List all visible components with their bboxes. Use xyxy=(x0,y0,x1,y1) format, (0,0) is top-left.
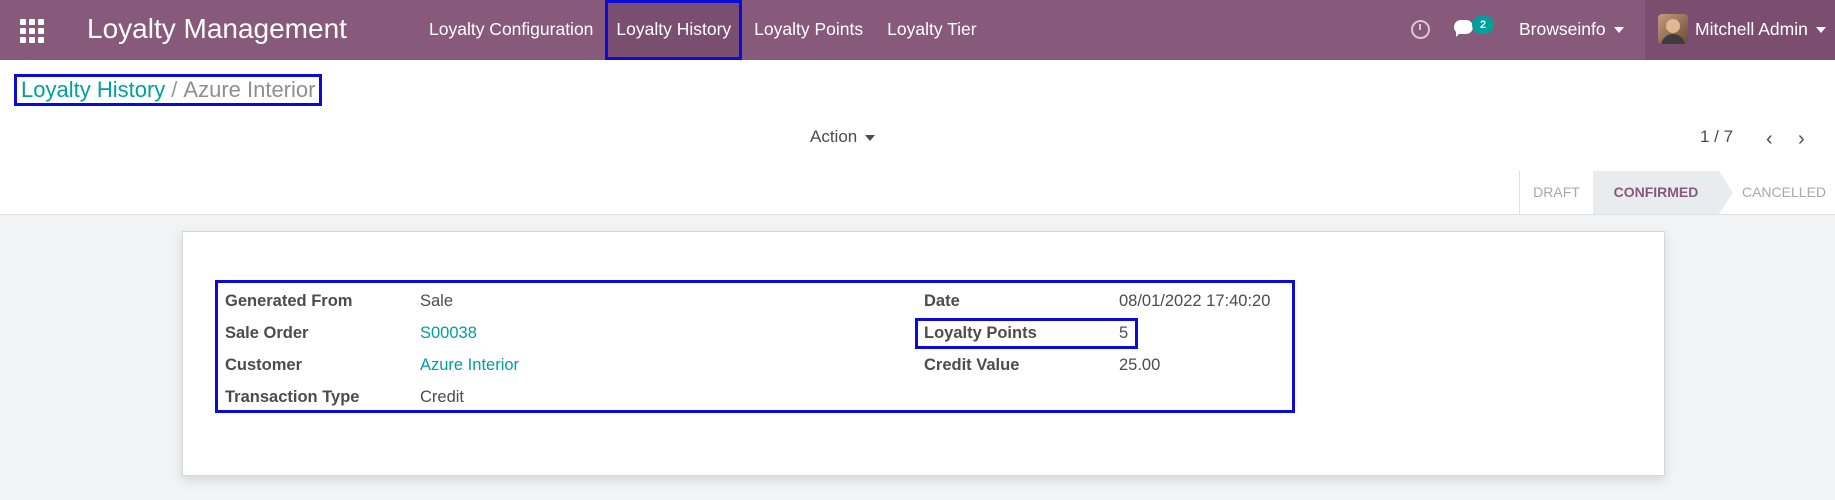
top-navbar: Loyalty Management Loyalty Configuration… xyxy=(0,0,1835,60)
caret-down-icon xyxy=(1815,27,1826,34)
loyalty-points-label: Loyalty Points xyxy=(924,324,1037,342)
stage-confirmed[interactable]: Confirmed xyxy=(1593,171,1733,214)
apps-grid-icon[interactable] xyxy=(20,19,44,43)
avatar xyxy=(1658,14,1688,44)
company-switcher[interactable]: Browseinfo xyxy=(1519,19,1624,40)
menu-loyalty-tier[interactable]: Loyalty Tier xyxy=(875,0,988,60)
company-name: Browseinfo xyxy=(1519,19,1606,39)
main-menu: Loyalty Configuration Loyalty History Lo… xyxy=(417,0,989,60)
activity-clock-icon[interactable] xyxy=(1411,20,1430,39)
control-panel: Loyalty History / Azure Interior Action 1 … xyxy=(0,60,1835,172)
generated-from-value: Sale xyxy=(420,292,454,310)
message-count-badge: 2 xyxy=(1472,16,1494,34)
menu-loyalty-points[interactable]: Loyalty Points xyxy=(742,0,875,60)
user-name: Mitchell Admin xyxy=(1695,19,1808,39)
pager-value[interactable]: 1 / 7 xyxy=(1700,127,1733,147)
credit-value-value: 25.00 xyxy=(1119,356,1161,374)
chevron-left-icon[interactable]: ‹ xyxy=(1766,128,1773,151)
action-dropdown-button[interactable]: Action xyxy=(810,127,876,147)
generated-from-label: Generated From xyxy=(225,292,353,310)
stage-cancelled[interactable]: Cancelled xyxy=(1733,171,1835,214)
loyalty-points-value: 5 xyxy=(1119,324,1129,342)
chevron-right-icon[interactable]: › xyxy=(1798,128,1805,151)
customer-link[interactable]: Azure Interior xyxy=(420,356,519,375)
menu-loyalty-history[interactable]: Loyalty History xyxy=(605,0,743,60)
stage-draft[interactable]: Draft xyxy=(1519,171,1593,214)
breadcrumb-parent-link[interactable]: Loyalty History xyxy=(21,77,165,102)
customer-label: Customer xyxy=(225,356,303,374)
status-bar: Draft Confirmed Cancelled xyxy=(0,171,1835,215)
app-title[interactable]: Loyalty Management xyxy=(87,13,347,45)
breadcrumb: Loyalty History / Azure Interior xyxy=(14,74,323,106)
transaction-type-value: Credit xyxy=(420,388,465,406)
user-menu[interactable]: Mitchell Admin xyxy=(1645,0,1835,60)
caret-down-icon xyxy=(1613,27,1624,34)
action-label: Action xyxy=(810,127,858,146)
credit-value-label: Credit Value xyxy=(924,356,1020,374)
menu-loyalty-configuration[interactable]: Loyalty Configuration xyxy=(417,0,605,60)
sale-order-label: Sale Order xyxy=(225,324,309,342)
caret-down-icon xyxy=(865,134,876,141)
transaction-type-label: Transaction Type xyxy=(225,388,360,406)
date-label: Date xyxy=(924,292,960,310)
sale-order-link[interactable]: S00038 xyxy=(420,324,477,343)
date-value: 08/01/2022 17:40:20 xyxy=(1119,292,1271,310)
chat-icon[interactable] xyxy=(1454,20,1473,37)
breadcrumb-separator: / xyxy=(171,77,178,102)
breadcrumb-current: Azure Interior xyxy=(183,77,316,102)
